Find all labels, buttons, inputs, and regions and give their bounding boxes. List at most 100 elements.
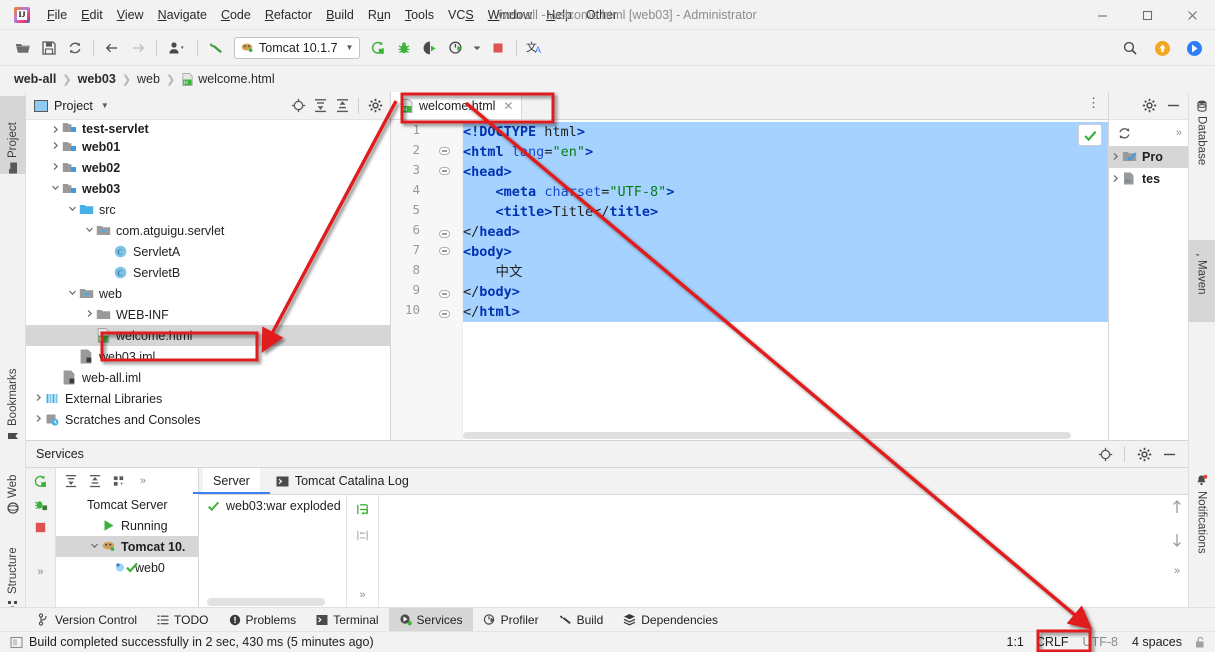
menu-build[interactable]: Build — [319, 6, 361, 24]
tree-row-test-servlet[interactable]: test-servlet — [26, 122, 390, 136]
tree-row-servleta[interactable]: CServletA — [26, 241, 390, 262]
menu-refactor[interactable]: Refactor — [258, 6, 319, 24]
services-tree[interactable]: » Tomcat ServerRunningTomcat 10.web0 — [56, 468, 199, 607]
rerun-icon[interactable] — [30, 471, 52, 491]
user-avatar-icon[interactable] — [162, 36, 192, 60]
tree-row-scratches-and-consoles[interactable]: Scratches and Consoles — [26, 409, 390, 430]
expand-all-icon[interactable] — [309, 95, 331, 117]
chevron-right-icon[interactable] — [49, 141, 62, 152]
arrow-up-icon[interactable] — [1170, 499, 1184, 518]
arrow-left-icon[interactable] — [99, 36, 125, 60]
breadcrumb-item-web-all[interactable]: web-all — [14, 72, 56, 86]
bottom-tab-terminal[interactable]: Terminal — [306, 608, 388, 632]
more-options-icon[interactable]: ⋮ — [1087, 98, 1100, 108]
code-fold-marker[interactable] — [439, 147, 450, 158]
sidebar-item-web[interactable]: Web — [0, 452, 26, 514]
chevron-down-icon[interactable]: ▼ — [101, 101, 109, 110]
chevron-down-icon[interactable] — [469, 36, 485, 60]
bottom-tab-version-control[interactable]: Version Control — [28, 608, 147, 632]
menu-run[interactable]: Run — [361, 6, 398, 24]
locate-target-icon[interactable] — [287, 95, 309, 117]
settings-gear-icon[interactable] — [1133, 443, 1155, 465]
expand-more-icon[interactable]: » — [1176, 127, 1182, 139]
translate-icon[interactable]: 文A — [522, 36, 548, 60]
sidebar-item-project[interactable]: Project — [0, 96, 26, 174]
chevron-right-icon[interactable] — [32, 393, 45, 404]
breadcrumb-item-web03[interactable]: web03 — [78, 72, 116, 86]
unlocked-padlock-icon[interactable] — [1194, 636, 1207, 649]
code-fold-marker[interactable] — [439, 247, 450, 258]
sidebar-item-maven[interactable]: m Maven — [1188, 240, 1215, 322]
code-content[interactable]: <!DOCTYPE html><html lang="en"><head> <m… — [463, 120, 1108, 440]
tree-row-web03[interactable]: web03 — [26, 178, 390, 199]
menu-view[interactable]: View — [110, 6, 151, 24]
soft-wrap-icon[interactable] — [352, 499, 374, 519]
breadcrumb-item-welcome-html[interactable]: welcome.html — [198, 72, 274, 86]
chevron-right-icon[interactable] — [83, 309, 96, 320]
save-icon[interactable] — [36, 36, 62, 60]
close-icon[interactable]: ✕ — [503, 99, 513, 113]
close-icon[interactable] — [1170, 0, 1215, 30]
tree-row-web-all-iml[interactable]: web-all.iml — [26, 367, 390, 388]
profile-icon[interactable] — [443, 36, 469, 60]
menu-file[interactable]: File — [40, 6, 74, 24]
tree-row-welcome-html[interactable]: Hwelcome.html — [26, 325, 390, 346]
code-fold-marker[interactable] — [439, 167, 450, 178]
tree-row-com-atguigu-servlet[interactable]: com.atguigu.servlet — [26, 220, 390, 241]
more-chevrons-icon[interactable]: » — [352, 585, 374, 605]
chevron-right-icon[interactable] — [1109, 174, 1122, 185]
maximize-icon[interactable] — [1125, 0, 1170, 30]
bottom-tab-profiler[interactable]: Profiler — [473, 608, 549, 632]
menu-tools[interactable]: Tools — [398, 6, 441, 24]
collapse-all-icon[interactable] — [84, 471, 106, 491]
services-row-tomcat-10-[interactable]: Tomcat 10. — [56, 536, 198, 557]
tree-row-servletb[interactable]: CServletB — [26, 262, 390, 283]
sidebar-item-notifications[interactable]: Notifications — [1188, 470, 1215, 578]
tree-row-external-libraries[interactable]: External Libraries — [26, 388, 390, 409]
chevron-down-icon[interactable] — [88, 541, 101, 552]
run-icon[interactable] — [365, 36, 391, 60]
chevron-right-icon[interactable] — [32, 414, 45, 425]
chevron-down-icon[interactable] — [66, 204, 79, 215]
editor-horizontal-scrollbar[interactable] — [463, 431, 1096, 440]
settings-gear-icon[interactable] — [364, 95, 386, 117]
tree-row-web-inf[interactable]: WEB-INF — [26, 304, 390, 325]
tab-tomcat-catalina-log[interactable]: Tomcat Catalina Log — [276, 468, 409, 494]
code-fold-marker[interactable] — [439, 287, 450, 298]
menu-navigate[interactable]: Navigate — [151, 6, 214, 24]
menu-code[interactable]: Code — [214, 6, 258, 24]
menu-edit[interactable]: Edit — [74, 6, 110, 24]
chevron-down-icon[interactable] — [66, 288, 79, 299]
stop-square-icon[interactable] — [485, 36, 511, 60]
arrow-down-icon[interactable] — [1170, 532, 1184, 551]
menu-window[interactable]: Window — [481, 6, 539, 24]
run-with-coverage-icon[interactable] — [417, 36, 443, 60]
scroll-to-end-icon[interactable] — [352, 525, 374, 545]
tree-row-web01[interactable]: web01 — [26, 136, 390, 157]
project-file-tree[interactable]: test-servletweb01web02web03srccom.atguig… — [26, 120, 390, 440]
search-magnifier-icon[interactable] — [1117, 36, 1143, 60]
sidebar-item-bookmarks[interactable]: Bookmarks — [0, 342, 26, 442]
breadcrumb-item-web[interactable]: web — [137, 72, 160, 86]
tree-row-src[interactable]: src — [26, 199, 390, 220]
menu-other[interactable]: Other — [579, 6, 624, 24]
bottom-tab-build[interactable]: Build — [549, 608, 614, 632]
bottom-tab-dependencies[interactable]: Dependencies — [613, 608, 728, 632]
line-separator[interactable]: CRLF — [1036, 635, 1069, 649]
editor-tab-welcome-html[interactable]: H welcome.html ✕ — [391, 92, 522, 119]
console-output[interactable]: web03:war exploded — [199, 495, 346, 607]
tree-row-web[interactable]: web — [26, 283, 390, 304]
more-chevrons-icon[interactable]: » — [1174, 565, 1180, 577]
file-encoding[interactable]: UTF-8 — [1081, 635, 1120, 649]
hammer-build-icon[interactable] — [203, 36, 229, 60]
caret-position[interactable]: 1:1 — [1007, 635, 1024, 649]
open-folder-icon[interactable] — [10, 36, 36, 60]
hide-minimize-icon[interactable] — [1162, 95, 1184, 117]
services-row-web0[interactable]: web0 — [56, 557, 198, 578]
settings-gear-icon[interactable] — [1138, 95, 1160, 117]
minimize-icon[interactable] — [1080, 0, 1125, 30]
more-chevrons-icon[interactable]: » — [30, 562, 52, 582]
stop-red-icon[interactable] — [30, 517, 52, 537]
sync-refresh-icon[interactable] — [62, 36, 88, 60]
console-horizontal-scrollbar[interactable] — [207, 598, 325, 606]
